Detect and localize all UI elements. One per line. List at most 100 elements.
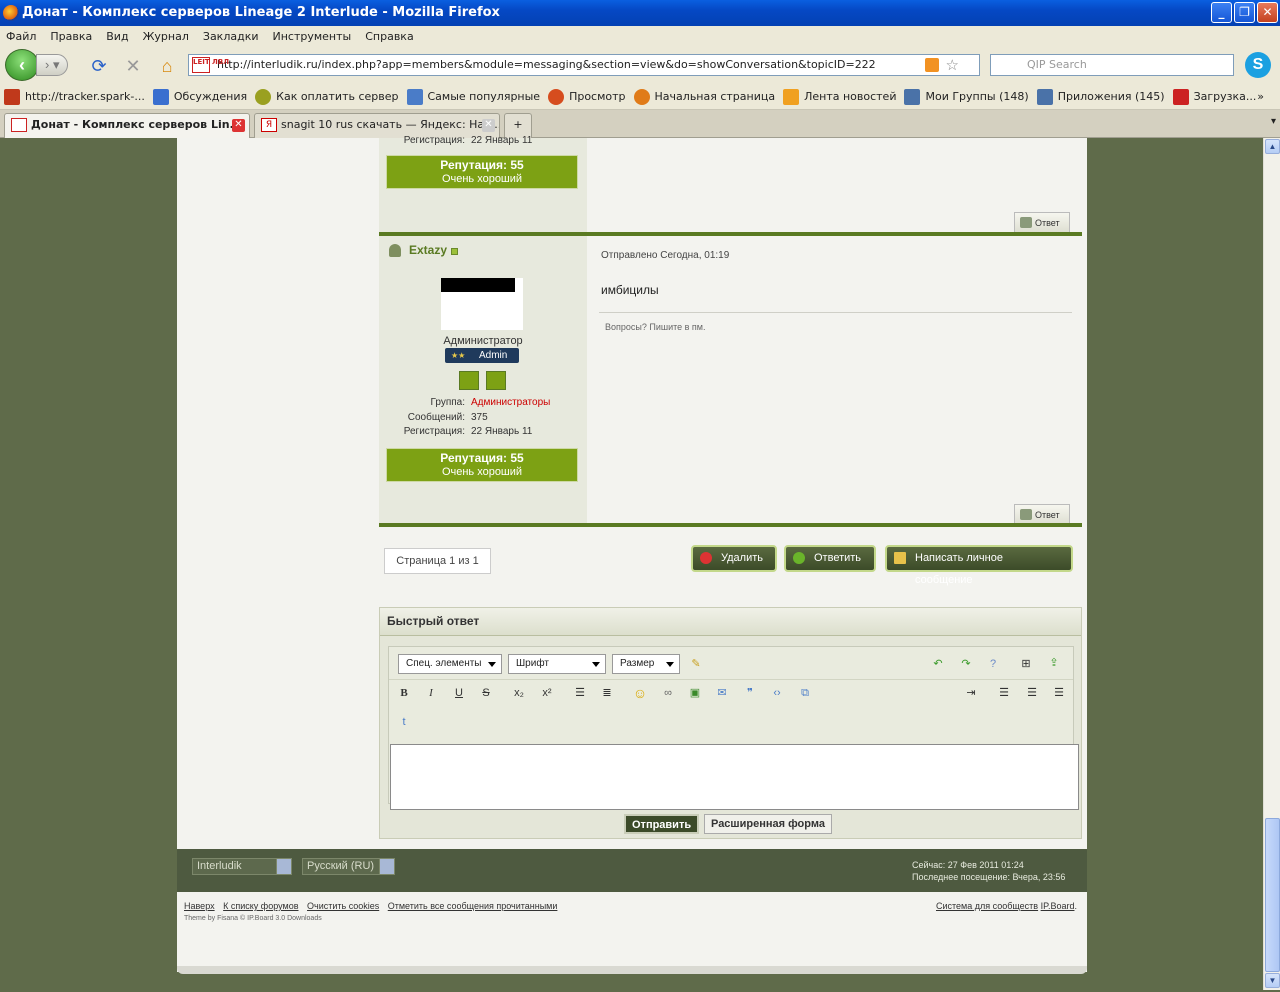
time-info: Сейчас: 27 Фев 2011 01:24 Последнее посе… bbox=[912, 860, 1066, 882]
scroll-down-icon[interactable]: ▼ bbox=[1265, 973, 1280, 988]
code-icon[interactable]: ‹› bbox=[768, 684, 786, 702]
quote-reply-button[interactable]: Ответ bbox=[1014, 212, 1070, 232]
menu-help[interactable]: Справка bbox=[365, 30, 413, 43]
align-right-icon[interactable]: ☰ bbox=[1050, 684, 1068, 702]
ipboard-link[interactable]: IP.Board bbox=[1041, 901, 1075, 911]
top-link[interactable]: Наверх bbox=[184, 901, 215, 911]
delete-icon bbox=[700, 552, 712, 564]
close-window-button[interactable]: ✕ bbox=[1257, 2, 1278, 23]
spoiler-icon[interactable]: ⧉ bbox=[796, 684, 814, 702]
send-message-icon[interactable] bbox=[486, 371, 506, 390]
superscript-icon[interactable]: x² bbox=[538, 684, 556, 702]
menu-bookmarks[interactable]: Закладки bbox=[203, 30, 259, 43]
forum-index-link[interactable]: К списку форумов bbox=[223, 901, 298, 911]
reputation-box: Репутация: 55 Очень хороший bbox=[386, 448, 578, 482]
indent-icon[interactable]: ⇥ bbox=[962, 684, 980, 702]
remove-format-icon[interactable]: ✎ bbox=[687, 655, 705, 673]
footer-links: Наверх К списку форумов Очистить cookies… bbox=[184, 901, 563, 911]
bookmark-item[interactable]: Приложения (145) bbox=[1036, 88, 1165, 105]
send-pm-button[interactable]: Написать личное сообщение bbox=[885, 545, 1073, 586]
bookmark-item[interactable]: Просмотр bbox=[548, 88, 626, 105]
powered-by: Система для сообществ IP.Board. bbox=[935, 901, 1077, 911]
rss-icon[interactable] bbox=[925, 58, 939, 72]
minimize-button[interactable]: _ bbox=[1211, 2, 1232, 23]
bold-icon[interactable]: B bbox=[395, 684, 413, 702]
profile-icon[interactable] bbox=[459, 371, 479, 390]
size-select[interactable]: Размер bbox=[612, 654, 680, 674]
language-select[interactable]: Русский (RU) bbox=[302, 858, 395, 875]
bookmark-item[interactable]: Лента новостей bbox=[783, 88, 896, 105]
menu-tools[interactable]: Инструменты bbox=[273, 30, 352, 43]
menu-history[interactable]: Журнал bbox=[143, 30, 189, 43]
reload-icon[interactable]: ⟳ bbox=[88, 55, 110, 77]
bookmark-item[interactable]: Мои Группы (148) bbox=[904, 88, 1029, 105]
tab-list-chevron-icon[interactable]: ▾ bbox=[1271, 116, 1276, 127]
reply-button[interactable]: Ответить bbox=[784, 545, 876, 572]
bullet-list-icon[interactable]: ☰ bbox=[571, 684, 589, 702]
strikethrough-icon[interactable]: S bbox=[477, 684, 495, 702]
link-icon[interactable]: ∞ bbox=[659, 684, 677, 702]
bookmark-item[interactable]: http://tracker.spark-... bbox=[4, 88, 145, 105]
address-bar[interactable]: LEIT ЛВЛ http://interludik.ru/index.php?… bbox=[188, 54, 980, 76]
underline-icon[interactable]: U bbox=[450, 684, 468, 702]
powered-by-link[interactable]: Система для сообществ bbox=[936, 901, 1038, 911]
toggle-editor-icon[interactable]: ⇪ bbox=[1045, 654, 1063, 672]
scroll-up-icon[interactable]: ▲ bbox=[1265, 139, 1280, 154]
special-elements-select[interactable]: Спец. элементы bbox=[398, 654, 502, 674]
bookmark-item[interactable]: Обсуждения bbox=[152, 88, 247, 105]
delete-button[interactable]: Удалить bbox=[691, 545, 777, 572]
bookmark-star-icon[interactable]: ☆ bbox=[946, 55, 959, 75]
back-button[interactable]: ‹ bbox=[5, 49, 39, 81]
advanced-form-button[interactable]: Расширенная форма bbox=[704, 814, 832, 834]
undo-icon[interactable]: ↶ bbox=[929, 655, 947, 673]
quote-reply-button[interactable]: Ответ bbox=[1014, 504, 1070, 524]
bookmark-icon bbox=[152, 88, 169, 105]
bookmark-item[interactable]: Самые популярные bbox=[406, 88, 540, 105]
clear-cookies-link[interactable]: Очистить cookies bbox=[307, 901, 379, 911]
quick-reply-panel: Быстрый ответ Спец. элементы Шрифт Разме… bbox=[379, 607, 1082, 839]
mark-read-link[interactable]: Отметить все сообщения прочитанными bbox=[388, 901, 558, 911]
message-textarea[interactable] bbox=[390, 744, 1079, 810]
bookmark-item[interactable]: Начальная страница bbox=[633, 88, 775, 105]
submit-button[interactable]: Отправить bbox=[624, 814, 700, 834]
twitter-icon[interactable]: t bbox=[395, 713, 413, 731]
vk-icon bbox=[1036, 88, 1053, 105]
emoticons-icon[interactable]: ☺ bbox=[631, 684, 649, 702]
align-center-icon[interactable]: ☰ bbox=[1023, 684, 1041, 702]
author-name[interactable]: Extazy bbox=[409, 243, 447, 257]
search-input[interactable]: QIP Search bbox=[990, 54, 1234, 76]
forward-button[interactable]: › ▾ bbox=[36, 54, 68, 76]
stop-icon[interactable]: ✕ bbox=[122, 55, 144, 77]
home-icon[interactable]: ⌂ bbox=[156, 55, 178, 77]
subscript-icon[interactable]: x₂ bbox=[510, 684, 528, 702]
expand-editor-icon[interactable]: ⊞ bbox=[1017, 655, 1035, 673]
redo-icon[interactable]: ↷ bbox=[957, 655, 975, 673]
tab-label: snagit 10 rus скачать — Яндекс: Наш... bbox=[281, 118, 500, 131]
skype-icon[interactable]: S bbox=[1245, 52, 1271, 78]
maximize-button[interactable]: ❐ bbox=[1234, 2, 1255, 23]
page-scrollbar[interactable]: ▲ ▼ bbox=[1263, 138, 1280, 990]
help-icon[interactable]: ? bbox=[984, 655, 1002, 673]
quote-icon[interactable]: ❞ bbox=[741, 684, 759, 702]
author-column: Extazy Администратор ★★ Admin Группа: Адми… bbox=[379, 236, 587, 523]
align-left-icon[interactable]: ☰ bbox=[995, 684, 1013, 702]
menu-file[interactable]: Файл bbox=[6, 30, 36, 43]
page-bottom-edge bbox=[177, 966, 1087, 974]
tab-donate[interactable]: Донат - Комплекс серверов Lin... ✕ bbox=[4, 113, 250, 138]
bookmark-item[interactable]: Загрузка... bbox=[1172, 88, 1256, 105]
skin-select[interactable]: Interludik bbox=[192, 858, 292, 875]
image-icon[interactable]: ▣ bbox=[686, 684, 704, 702]
bookmarks-overflow-chevron-icon[interactable]: » bbox=[1257, 90, 1264, 103]
reply-icon bbox=[793, 552, 805, 564]
email-icon[interactable]: ✉ bbox=[713, 684, 731, 702]
menu-edit[interactable]: Правка bbox=[50, 30, 92, 43]
menu-view[interactable]: Вид bbox=[106, 30, 128, 43]
bookmark-item[interactable]: Как оплатить сервер bbox=[255, 88, 399, 105]
rich-text-editor: Спец. элементы Шрифт Размер ✎ ↶ ↷ ? ⊞ ⇪ … bbox=[388, 646, 1079, 810]
tab-close-icon[interactable]: ✕ bbox=[482, 119, 495, 132]
scroll-thumb[interactable] bbox=[1265, 818, 1280, 972]
numbered-list-icon[interactable]: ≣ bbox=[598, 684, 616, 702]
font-select[interactable]: Шрифт bbox=[508, 654, 606, 674]
italic-icon[interactable]: I bbox=[422, 684, 440, 702]
tab-close-icon[interactable]: ✕ bbox=[232, 119, 245, 132]
